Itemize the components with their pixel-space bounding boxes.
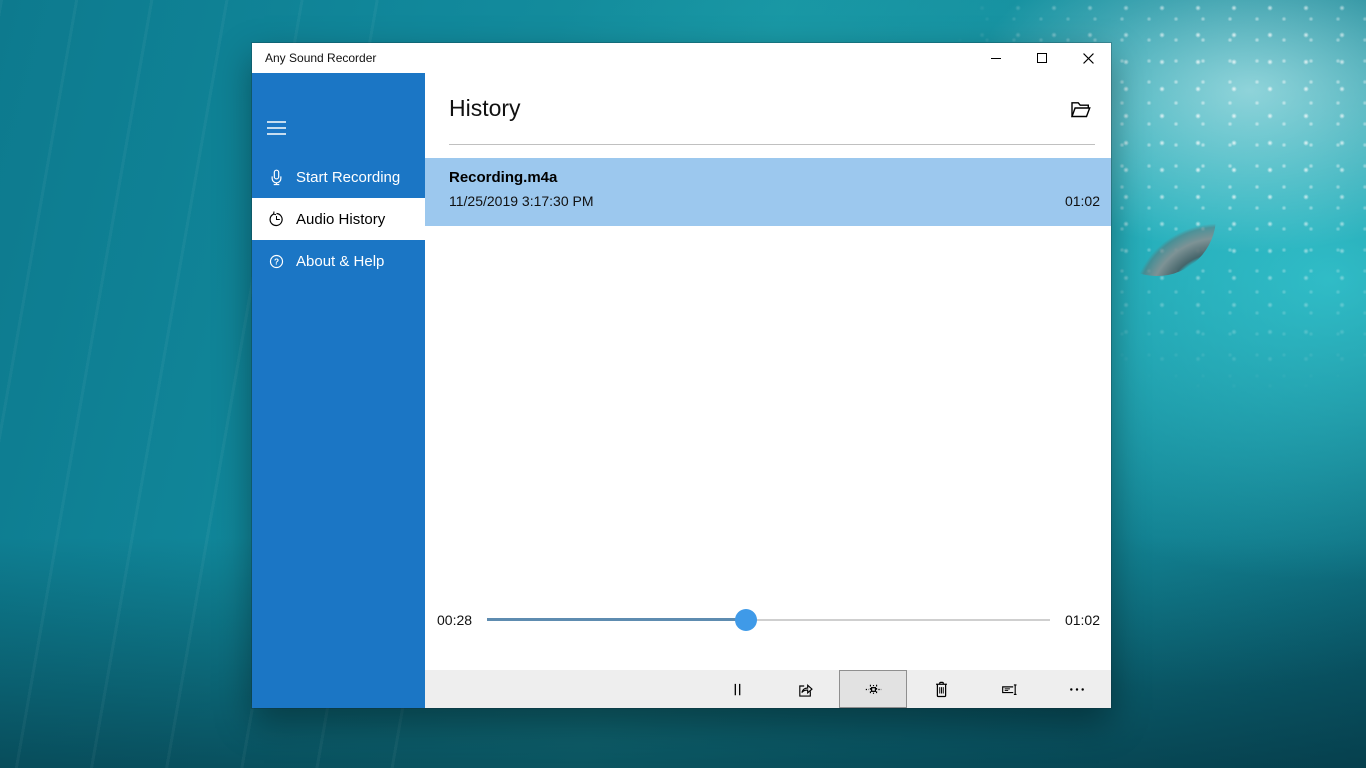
open-folder-icon	[1068, 97, 1093, 121]
trim-icon	[863, 679, 884, 700]
seek-slider[interactable]	[487, 605, 1050, 635]
delete-icon	[931, 679, 952, 700]
main-panel: History Recording.m4a 11/25/2019 3:17:30…	[425, 73, 1111, 708]
recording-meta: 11/25/2019 3:17:30 PM 01:02	[449, 193, 1100, 209]
sidebar-item-audio-history[interactable]: Audio History	[252, 198, 425, 240]
window-title: Any Sound Recorder	[252, 51, 376, 65]
titlebar: Any Sound Recorder	[252, 43, 1111, 73]
minimize-button[interactable]	[973, 43, 1019, 73]
sidebar-item-label: About & Help	[296, 253, 384, 270]
pause-button[interactable]	[703, 670, 771, 708]
pause-icon	[727, 679, 748, 700]
sidebar-item-label: Audio History	[296, 211, 385, 228]
sidebar-item-about-help[interactable]: ? About & Help	[252, 240, 425, 282]
history-icon	[267, 210, 286, 229]
page-title: History	[449, 95, 521, 122]
sidebar: Start Recording Audio History	[252, 73, 425, 708]
sidebar-item-start-recording[interactable]: Start Recording	[252, 156, 425, 198]
app-body: Start Recording Audio History	[252, 73, 1111, 708]
more-icon	[1066, 679, 1088, 700]
recording-name: Recording.m4a	[449, 169, 1100, 186]
menu-button[interactable]	[259, 113, 295, 143]
total-time: 01:02	[1065, 612, 1100, 628]
trim-button[interactable]	[839, 670, 907, 708]
elapsed-time: 00:28	[437, 612, 472, 628]
main-header: History	[425, 73, 1111, 122]
maximize-icon	[1037, 53, 1047, 63]
delete-button[interactable]	[907, 670, 975, 708]
open-folder-button[interactable]	[1068, 97, 1093, 121]
window-controls	[973, 43, 1111, 73]
player-row: 00:28 01:02	[425, 605, 1111, 635]
maximize-button[interactable]	[1019, 43, 1065, 73]
close-icon	[1083, 53, 1094, 64]
bottom-toolbar	[425, 670, 1111, 708]
rename-icon	[999, 679, 1020, 700]
more-button[interactable]	[1043, 670, 1111, 708]
minimize-icon	[991, 53, 1001, 63]
share-button[interactable]	[771, 670, 839, 708]
slider-fill	[487, 618, 746, 621]
hamburger-icon	[267, 121, 287, 135]
rename-button[interactable]	[975, 670, 1043, 708]
app-window: Any Sound Recorder	[252, 43, 1111, 708]
sidebar-nav: Start Recording Audio History	[252, 156, 425, 282]
help-icon: ?	[267, 252, 286, 271]
slider-thumb[interactable]	[735, 609, 757, 631]
close-button[interactable]	[1065, 43, 1111, 73]
recording-list-item[interactable]: Recording.m4a 11/25/2019 3:17:30 PM 01:0…	[425, 158, 1111, 226]
svg-text:?: ?	[274, 256, 279, 266]
recording-datetime: 11/25/2019 3:17:30 PM	[449, 193, 594, 209]
microphone-icon	[267, 168, 286, 187]
share-icon	[795, 679, 816, 700]
header-divider	[449, 144, 1095, 145]
recording-duration: 01:02	[1065, 193, 1100, 209]
sidebar-item-label: Start Recording	[296, 169, 400, 186]
